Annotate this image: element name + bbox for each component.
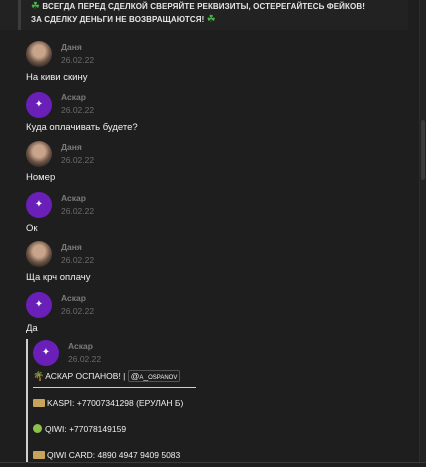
message-date: 26.02.22 [61,255,95,265]
avatar[interactable]: ✦ [33,340,59,366]
author-name[interactable]: Даня [61,42,82,52]
message-text: Номер [26,172,56,183]
message-text: Да [26,323,38,334]
pinned-notice: ☘ ВСЕГДА ПЕРЕД СДЕЛКОЙ СВЕРЯЙТЕ РЕКВИЗИТ… [0,0,408,30]
avatar[interactable] [26,241,52,267]
quote-qiwi-line: QIWI: +77078149159 [33,424,126,434]
quote-kaspi-line: KASPI: +77007341298 (ЕРУЛАН Б) [33,398,183,408]
avatar-glyph-icon: ✦ [34,299,44,310]
message-date: 26.02.22 [61,55,95,65]
author-name[interactable]: Аскар [68,341,93,351]
message-date: 26.02.22 [61,105,95,115]
quote-qiwi-card-line: QIWI CARD: 4890 4947 9409 5083 [33,450,180,460]
author-name[interactable]: Аскар [61,92,86,102]
avatar[interactable]: ✦ [26,92,52,118]
author-name[interactable]: Аскар [61,293,86,303]
quote-bar [26,339,28,462]
separator-line [33,387,196,388]
card-icon [33,399,45,407]
quote-name-line: 🌴АСКАР ОСПАНОВ! | @a_ospanov [33,370,181,382]
clover-icon: ☘ [206,14,216,25]
bottom-divider [0,462,426,463]
chat-history: ☘ ВСЕГДА ПЕРЕД СДЕЛКОЙ СВЕРЯЙТЕ РЕКВИЗИТ… [0,0,418,462]
message-text: На киви скину [26,72,88,83]
message-text: Куда оплачивать будете? [26,122,138,133]
notice-line-2: ЗА СДЕЛКУ ДЕНЬГИ НЕ ВОЗВРАЩАЮТСЯ! [31,15,205,24]
author-name[interactable]: Аскар [61,193,86,203]
avatar-glyph-icon: ✦ [34,199,44,210]
message-text: Ща крч оплачу [26,272,91,283]
clover-icon: ☘ [31,1,41,12]
notice-line-1: ВСЕГДА ПЕРЕД СДЕЛКОЙ СВЕРЯЙТЕ РЕКВИЗИТЫ,… [42,2,365,11]
avatar[interactable] [26,41,52,67]
qiwi-icon [33,424,42,433]
avatar-glyph-icon: ✦ [34,99,44,110]
message-text: Ок [26,223,38,234]
avatar[interactable] [26,141,52,167]
avatar[interactable]: ✦ [26,192,52,218]
username-link[interactable]: @a_ospanov [127,370,181,382]
message-date: 26.02.22 [61,306,95,316]
avatar[interactable]: ✦ [26,292,52,318]
palm-tree-icon: 🌴 [33,371,45,381]
scrollbar-thumb[interactable] [421,120,425,180]
card-icon [33,451,45,459]
message-date: 26.02.22 [61,206,95,216]
message-date: 26.02.22 [68,354,102,364]
notice-bar [18,0,21,30]
author-name[interactable]: Даня [61,242,82,252]
scrollbar[interactable] [419,0,426,462]
author-name[interactable]: Даня [61,142,82,152]
avatar-glyph-icon: ✦ [41,347,51,358]
message-date: 26.02.22 [61,155,95,165]
